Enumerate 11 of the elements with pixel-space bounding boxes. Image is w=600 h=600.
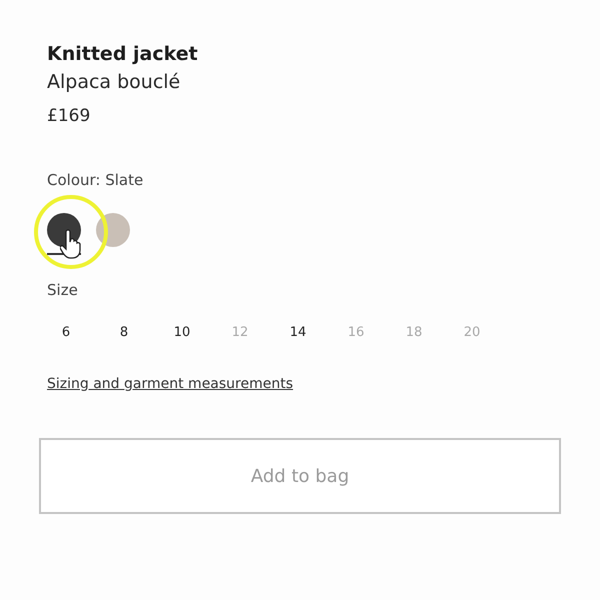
size-label: Size — [47, 281, 79, 299]
size-option[interactable]: 6 — [37, 319, 95, 346]
size-option[interactable]: 14 — [269, 319, 327, 346]
sizing-link[interactable]: Sizing and garment measurements — [47, 376, 294, 392]
product-price: £169 — [47, 106, 92, 126]
size-option[interactable]: 10 — [153, 319, 211, 346]
product-material: Alpaca bouclé — [47, 70, 182, 95]
hand-cursor-icon — [60, 229, 82, 259]
product-title: Knitted jacket — [47, 42, 199, 67]
size-option[interactable]: 8 — [95, 319, 153, 346]
colour-label: Colour: Slate — [47, 171, 144, 189]
